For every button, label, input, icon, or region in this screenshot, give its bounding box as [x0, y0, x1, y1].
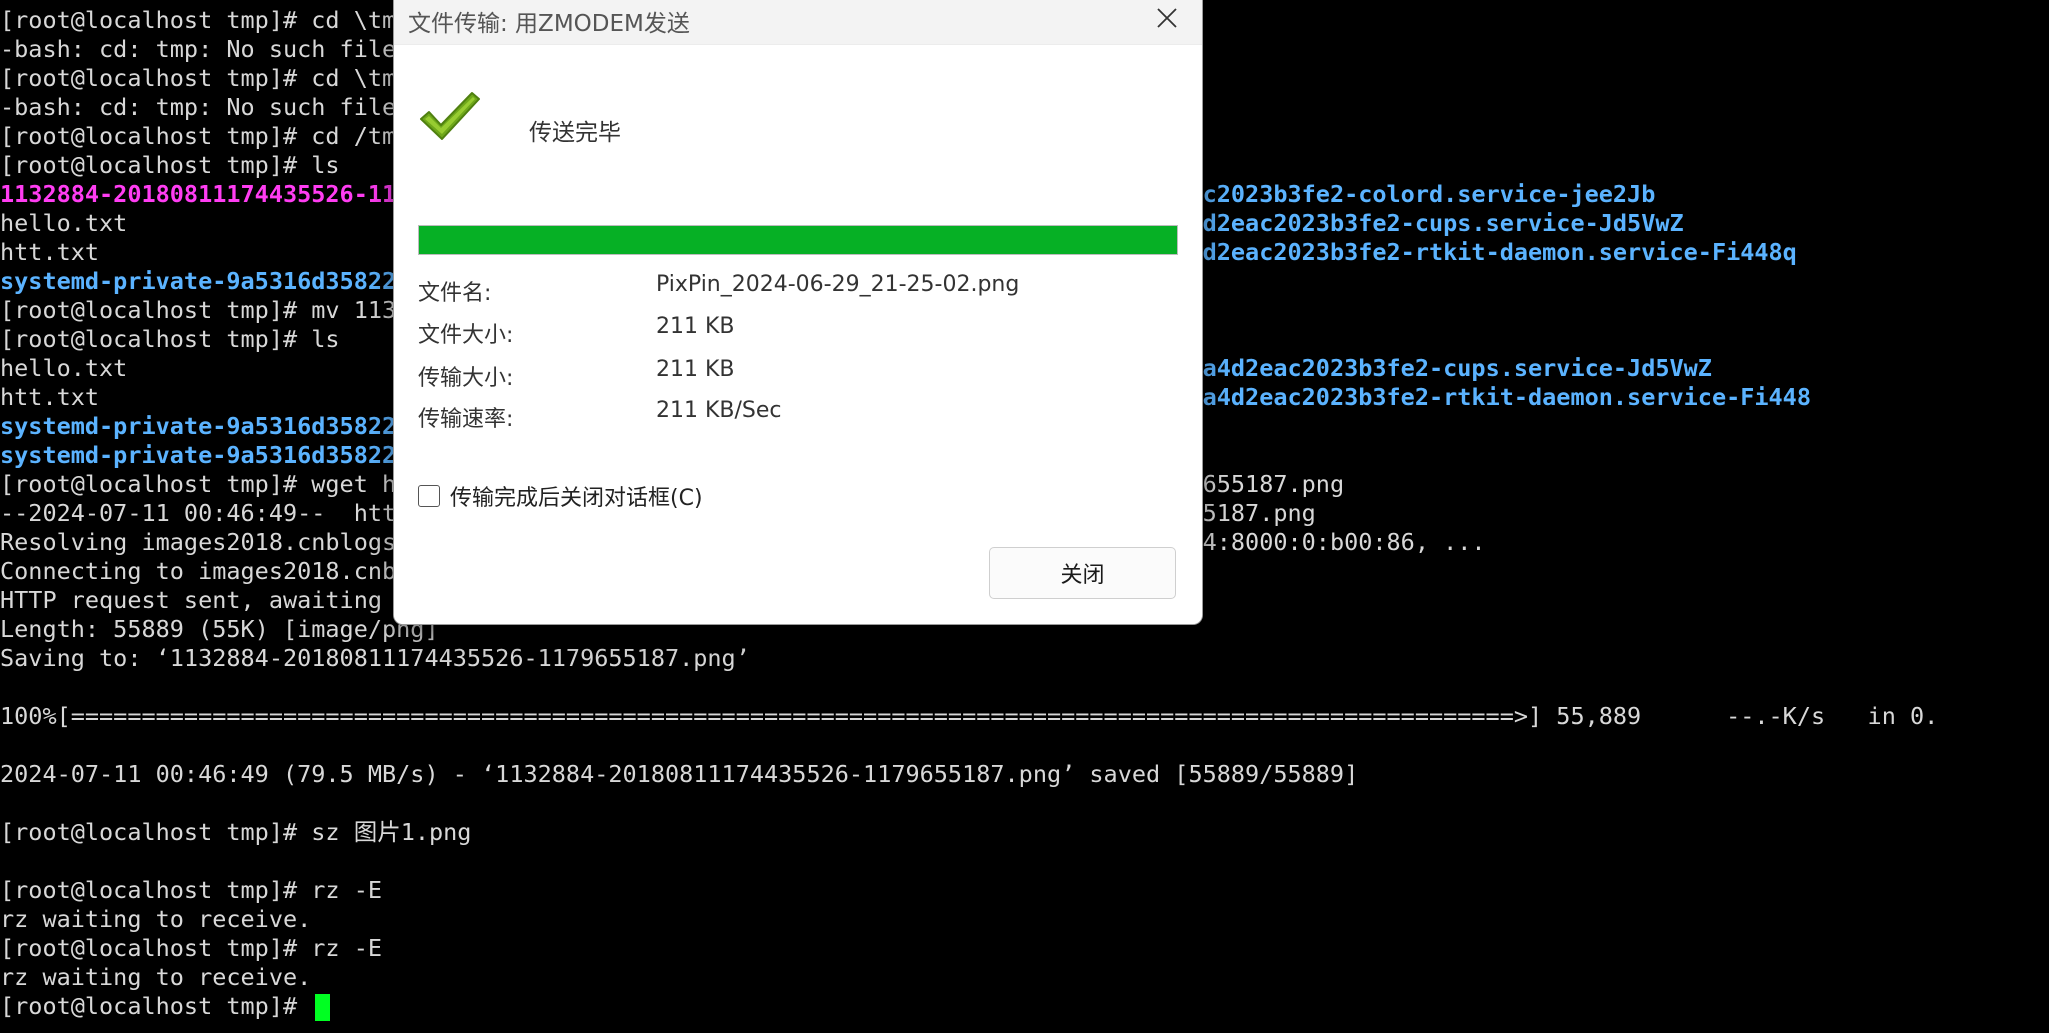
terminal-text: systemd-private-9a5316d358224 [0, 412, 411, 440]
terminal-line: [root@localhost tmp]# cd /tmp [0, 122, 410, 151]
terminal-line: systemd-private-9a5316d358224 [0, 441, 410, 470]
terminal-text: -bash: cd: tmp: No such file [0, 93, 397, 121]
progress-fill [419, 226, 1177, 254]
close-button[interactable]: 关闭 [989, 547, 1176, 599]
terminal-text: rz waiting to receive. [0, 963, 312, 991]
terminal-text: Length: 55889 (55K) [image/png] [0, 615, 439, 643]
terminal-text: -bash: cd: tmp: No such file [0, 35, 397, 63]
terminal-line: HTTP request sent, awaiting r [0, 586, 410, 615]
terminal-line: [root@localhost tmp]# rz -E [0, 876, 382, 905]
terminal-cursor [315, 994, 331, 1021]
terminal-text: rz waiting to receive. [0, 905, 312, 933]
terminal-text: [root@localhost tmp]# sz 图片1.png [0, 818, 472, 846]
terminal-line: [root@localhost tmp]# [0, 992, 331, 1021]
terminal-line: [root@localhost tmp]# sz 图片1.png [0, 818, 471, 847]
terminal-text: systemd-private-9a5316d358224 [0, 441, 411, 469]
terminal-line: [root@localhost tmp]# ls [0, 151, 340, 180]
dialog-title: 文件传输: 用ZMODEM发送 [408, 11, 690, 37]
terminal-line: -bash: cd: tmp: No such file [0, 93, 396, 122]
terminal-text: htt.txt [0, 238, 100, 266]
filename-value: PixPin_2024-06-29_21-25-02.png [656, 272, 1020, 297]
terminal-line: 100%[===================================… [0, 702, 1938, 731]
terminal-text: 100%[===================================… [0, 702, 1939, 730]
terminal-text: Resolving images2018.cnblogs. [0, 528, 411, 556]
terminal-text: systemd-private-9a5316d358224 [0, 267, 411, 295]
terminal-text: --2024-07-11 00:46:49-- http [0, 499, 411, 527]
terminal-line: [root@localhost tmp]# mv 1132 [0, 296, 410, 325]
terminal-text: HTTP request sent, awaiting r [0, 586, 411, 614]
terminal-line: rz waiting to receive. [0, 963, 311, 992]
terminal-text: [root@localhost tmp]# cd /tmp [0, 122, 411, 150]
filename-label: 文件名: [418, 281, 492, 306]
terminal-text: 1132884-20180811174435526-117 [0, 180, 411, 208]
terminal-text: [root@localhost tmp]# ls [0, 151, 340, 179]
terminal-text: [root@localhost tmp]# cd \tmp [0, 64, 411, 92]
transferred-value: 211 KB [656, 357, 735, 382]
terminal-line: [root@localhost tmp]# cd \tmp [0, 64, 410, 93]
terminal-text: [root@localhost tmp]# ls [0, 325, 340, 353]
terminal-text: [root@localhost tmp]# cd \tmp [0, 6, 411, 34]
terminal-text: hello.txt [0, 209, 128, 237]
terminal-line: -bash: cd: tmp: No such file [0, 35, 396, 64]
terminal-text: [root@localhost tmp]# [0, 992, 312, 1020]
terminal-text: Connecting to images2018.cnbl [0, 557, 411, 585]
speed-label: 传输速率: [418, 407, 514, 432]
progress-bar [418, 225, 1178, 255]
terminal-text: [root@localhost tmp]# rz -E [0, 876, 383, 904]
terminal-text: [root@localhost tmp]# rz -E [0, 934, 383, 962]
close-on-complete-label[interactable]: 传输完成后关闭对话框(C) [450, 480, 703, 512]
terminal-line: Saving to: ‘1132884-20180811174435526-11… [0, 644, 750, 673]
terminal-line: rz waiting to receive. [0, 905, 311, 934]
transfer-status: 传送完毕 [529, 120, 621, 146]
checkmark-icon [418, 89, 482, 151]
zmodem-transfer-dialog: 文件传输: 用ZMODEM发送 传送完毕 文件名: PixPin_2024-06… [393, 0, 1203, 625]
close-icon[interactable] [1144, 0, 1190, 36]
dialog-content: 传送完毕 文件名: PixPin_2024-06-29_21-25-02.png… [394, 44, 1202, 624]
terminal-line: Length: 55889 (55K) [image/png] [0, 615, 439, 644]
terminal-text: htt.txt [0, 383, 100, 411]
speed-value: 211 KB/Sec [656, 398, 782, 423]
filesize-value: 211 KB [656, 314, 735, 339]
terminal-text: hello.txt [0, 354, 128, 382]
filesize-label: 文件大小: [418, 323, 514, 348]
terminal-text: 2024-07-11 00:46:49 (79.5 MB/s) - ‘11328… [0, 760, 1359, 788]
terminal-line: [root@localhost tmp]# cd \tmp [0, 6, 410, 35]
close-on-complete-checkbox[interactable] [418, 485, 440, 507]
close-on-complete-option[interactable]: 传输完成后关闭对话框(C) [418, 480, 703, 512]
dialog-titlebar[interactable]: 文件传输: 用ZMODEM发送 [394, 0, 1202, 44]
terminal-line: 2024-07-11 00:46:49 (79.5 MB/s) - ‘11328… [0, 760, 1358, 789]
transferred-label: 传输大小: [418, 366, 514, 391]
terminal-text: [root@localhost tmp]# mv 1132 [0, 296, 411, 324]
terminal-text: Saving to: ‘1132884-20180811174435526-11… [0, 644, 750, 672]
terminal-line: [root@localhost tmp]# rz -E [0, 934, 382, 963]
terminal-line: [root@localhost tmp]# ls [0, 325, 340, 354]
terminal-text: [root@localhost tmp]# wget ht [0, 470, 411, 498]
